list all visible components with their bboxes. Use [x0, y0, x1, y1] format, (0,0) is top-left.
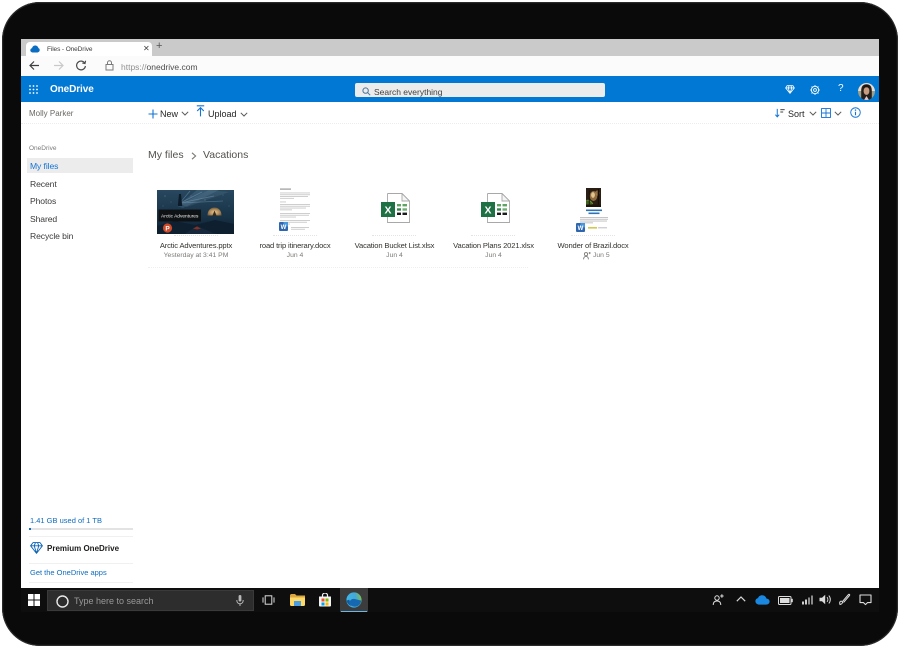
svg-text:W: W — [578, 226, 584, 232]
svg-text:Arctic Adventures: Arctic Adventures — [161, 214, 199, 220]
svg-text:X: X — [484, 205, 491, 217]
svg-text:P: P — [165, 225, 170, 232]
svg-text:X: X — [384, 205, 391, 217]
svg-text:W: W — [281, 225, 287, 231]
